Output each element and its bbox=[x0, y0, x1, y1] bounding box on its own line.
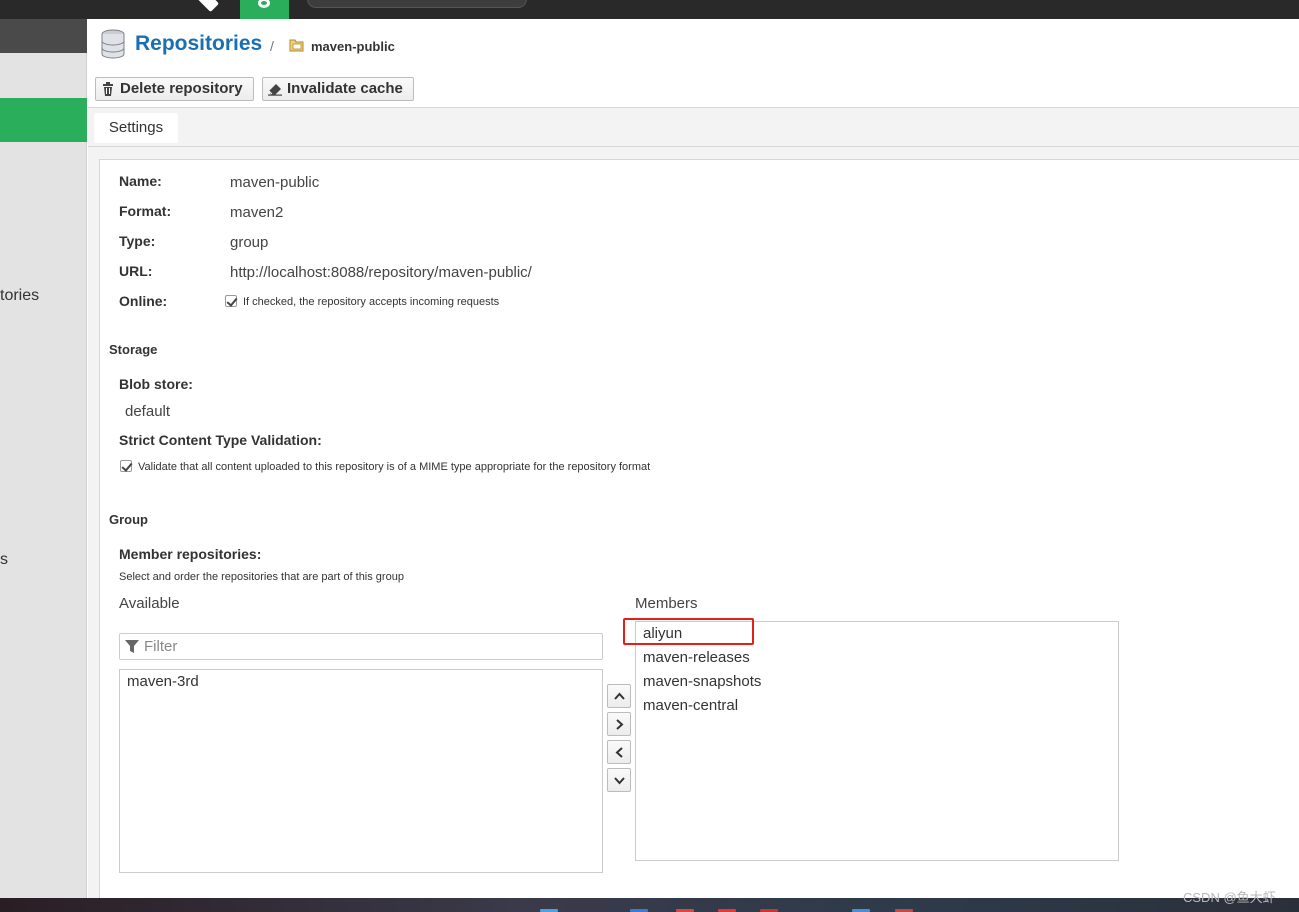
list-item[interactable]: maven-3rd bbox=[127, 673, 199, 690]
list-item[interactable]: maven-snapshots bbox=[643, 673, 761, 690]
filter-input[interactable] bbox=[144, 636, 584, 657]
strict-validation-checkbox[interactable] bbox=[120, 460, 132, 472]
product-logo-icon[interactable] bbox=[194, 0, 220, 13]
online-checkbox[interactable] bbox=[225, 295, 237, 307]
format-label: Format: bbox=[119, 203, 172, 219]
page-title[interactable]: Repositories bbox=[135, 32, 262, 56]
chevron-left-icon bbox=[615, 747, 623, 758]
sidebar-item-other[interactable]: s bbox=[0, 551, 8, 569]
member-repositories-label: Member repositories: bbox=[119, 546, 262, 562]
move-down-button[interactable] bbox=[607, 768, 631, 792]
folder-repo-icon bbox=[289, 39, 304, 52]
page-header: Repositories / maven-public Delete repos… bbox=[88, 19, 1299, 107]
name-label: Name: bbox=[119, 173, 162, 189]
annotation-highlight-box bbox=[623, 618, 754, 645]
url-value: http://localhost:8088/repository/maven-p… bbox=[230, 264, 532, 281]
available-list[interactable]: maven-3rd bbox=[119, 669, 603, 873]
sidebar-item-active[interactable] bbox=[0, 98, 87, 142]
settings-panel: Name: maven-public Format: maven2 Type: … bbox=[99, 159, 1299, 898]
chevron-up-icon bbox=[614, 692, 625, 700]
chevron-right-icon bbox=[616, 719, 624, 730]
sidebar-header bbox=[0, 19, 87, 53]
settings-content: Name: maven-public Format: maven2 Type: … bbox=[88, 147, 1299, 898]
breadcrumb-separator: / bbox=[270, 38, 274, 54]
format-value: maven2 bbox=[230, 204, 284, 221]
member-repositories-help-text: Select and order the repositories that a… bbox=[119, 571, 404, 583]
group-section-title: Group bbox=[109, 512, 148, 527]
filter-field bbox=[119, 633, 603, 660]
tab-settings[interactable]: Settings bbox=[94, 113, 178, 143]
global-search-input[interactable] bbox=[307, 0, 527, 8]
left-sidebar: tories s bbox=[0, 19, 87, 898]
members-title: Members bbox=[635, 595, 698, 612]
top-navigation-bar bbox=[0, 0, 1299, 19]
tab-strip: Settings bbox=[88, 107, 1299, 147]
blob-store-label: Blob store: bbox=[119, 376, 193, 392]
type-label: Type: bbox=[119, 233, 156, 249]
online-help-text: If checked, the repository accepts incom… bbox=[243, 296, 500, 308]
invalidate-cache-button[interactable]: Invalidate cache bbox=[262, 77, 414, 101]
blob-store-value: default bbox=[125, 403, 171, 420]
trash-icon bbox=[103, 82, 113, 96]
chevron-down-icon bbox=[614, 777, 625, 785]
online-label: Online: bbox=[119, 293, 168, 309]
os-taskbar bbox=[0, 898, 1299, 912]
filter-funnel-icon bbox=[125, 640, 139, 653]
gear-icon bbox=[258, 0, 270, 8]
strict-validation-help-text: Validate that all content uploaded to th… bbox=[138, 461, 651, 473]
strict-validation-label: Strict Content Type Validation: bbox=[119, 432, 322, 448]
administration-button[interactable] bbox=[240, 0, 289, 19]
delete-repository-label: Delete repository bbox=[120, 80, 243, 97]
move-up-button[interactable] bbox=[607, 684, 631, 708]
members-list[interactable]: aliyun maven-releases maven-snapshots ma… bbox=[635, 621, 1119, 861]
sidebar-item-repositories[interactable]: tories bbox=[0, 287, 39, 305]
add-member-button[interactable] bbox=[607, 712, 631, 736]
storage-section-title: Storage bbox=[109, 342, 158, 357]
database-icon bbox=[101, 29, 125, 59]
eraser-icon bbox=[268, 84, 282, 96]
list-item[interactable]: maven-central bbox=[643, 697, 738, 714]
available-title: Available bbox=[119, 595, 180, 612]
name-value: maven-public bbox=[230, 174, 320, 191]
url-label: URL: bbox=[119, 263, 153, 279]
delete-repository-button[interactable]: Delete repository bbox=[95, 77, 254, 101]
breadcrumb-repository-name: maven-public bbox=[311, 39, 395, 54]
type-value: group bbox=[230, 234, 269, 251]
remove-member-button[interactable] bbox=[607, 740, 631, 764]
watermark-text: CSDN @鱼大虾 bbox=[1183, 890, 1276, 905]
invalidate-cache-label: Invalidate cache bbox=[287, 80, 403, 97]
list-item[interactable]: maven-releases bbox=[643, 649, 750, 666]
